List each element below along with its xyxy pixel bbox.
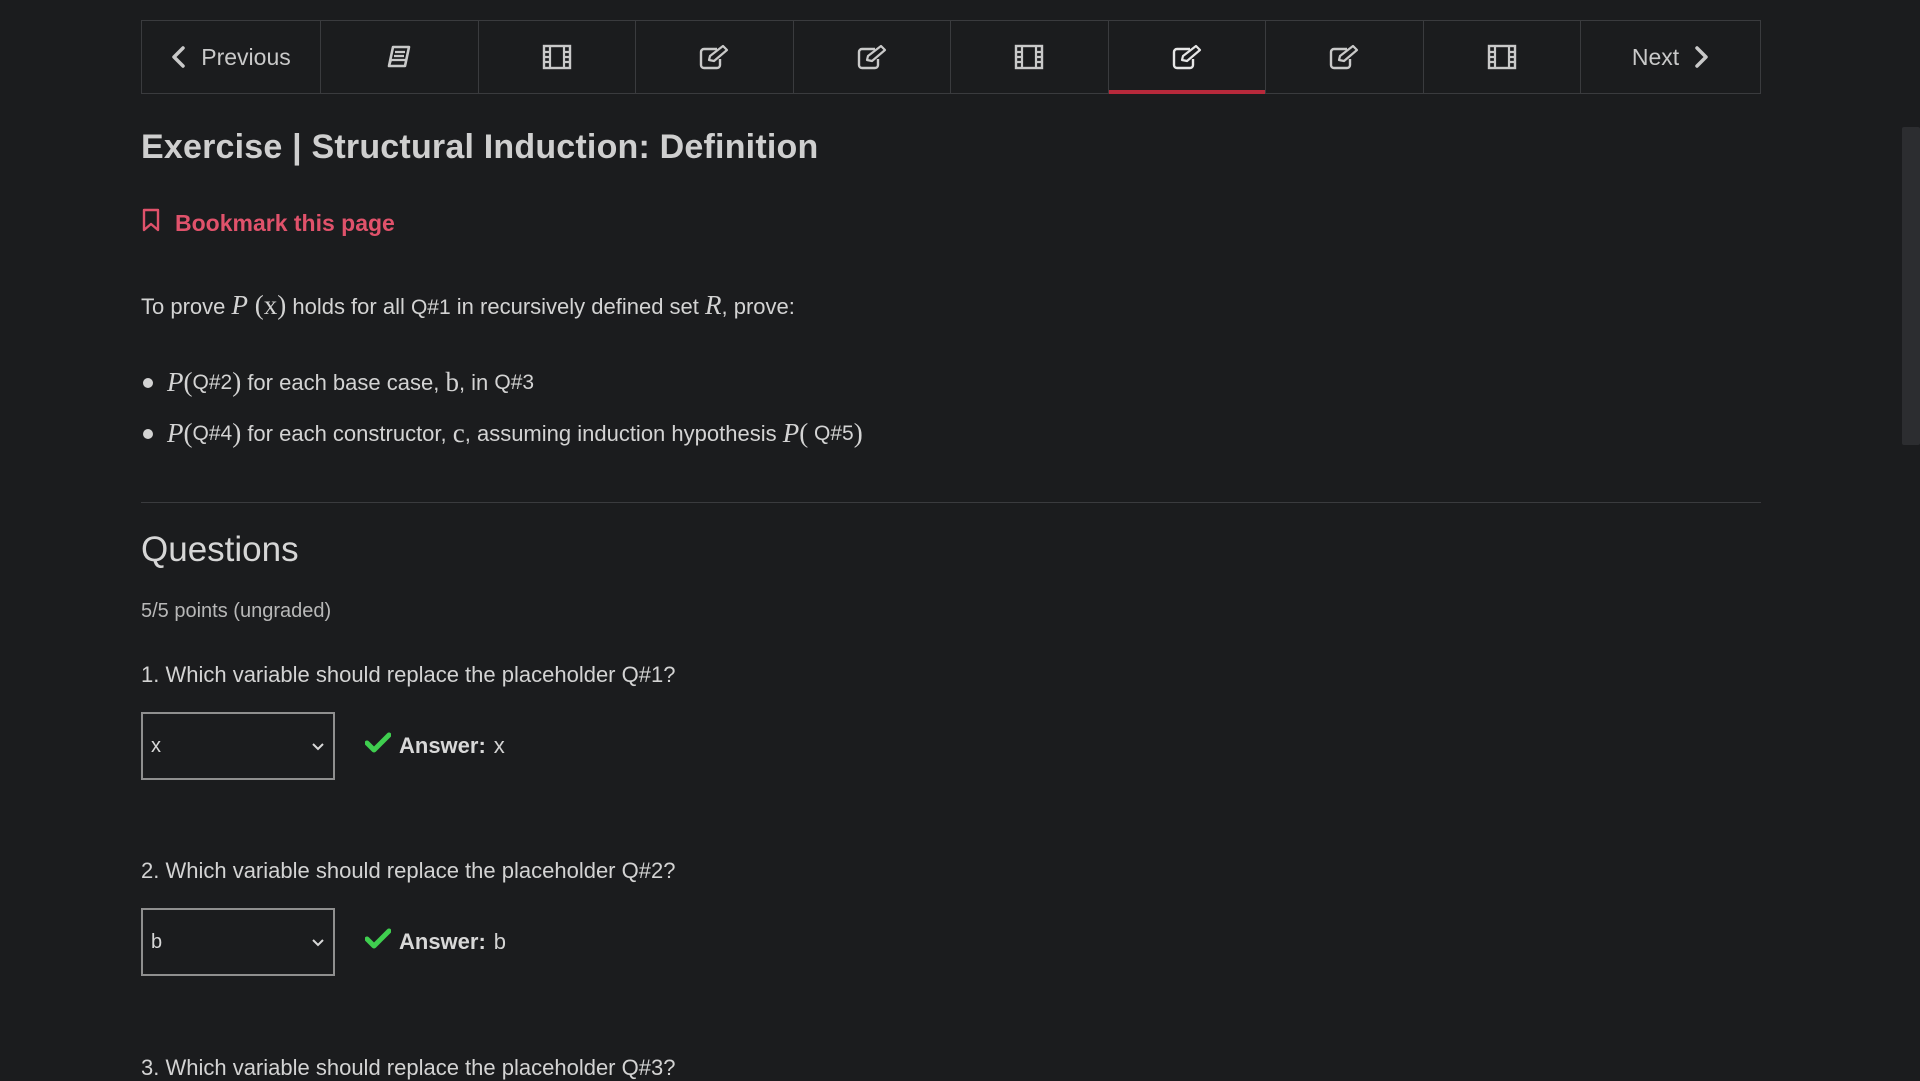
chevron-right-icon (1693, 46, 1709, 68)
answer-value: b (493, 929, 507, 954)
edit-icon (1172, 44, 1202, 70)
chevron-left-icon (171, 46, 187, 68)
placeholder-q4: Q#4 (192, 421, 233, 445)
next-label: Next (1631, 43, 1680, 70)
tab-unit-8[interactable] (1424, 21, 1581, 93)
question-3: 3. Which variable should replace the pla… (141, 1055, 675, 1081)
intro-text: holds for all (286, 294, 411, 319)
previous-label: Previous (201, 43, 291, 70)
intro-text: in recursively defined set (450, 294, 706, 319)
math-p: P (231, 290, 249, 320)
points-summary: 5/5 points (ungraded) (141, 600, 332, 622)
film-icon (1014, 44, 1044, 70)
bookmark-label: Bookmark this page (175, 209, 395, 236)
math-arg: (x) (254, 290, 287, 320)
book-icon (386, 45, 412, 69)
answer-select[interactable]: x (141, 712, 335, 780)
question-text: 3. Which variable should replace the pla… (141, 1055, 676, 1080)
chevron-down-icon (311, 735, 325, 758)
question-2: 2. Which variable should replace the pla… (141, 858, 675, 976)
tab-unit-3[interactable] (636, 21, 794, 93)
scrollbar-thumb[interactable] (1902, 127, 1920, 445)
selected-value: b (151, 930, 163, 953)
answer-feedback: Answer: x (364, 732, 505, 760)
intro-statement: To prove P (x) holds for all Q#1 in recu… (141, 290, 795, 321)
placeholder-q2: Q#2 (192, 370, 233, 394)
placeholder-q1: Q#1 (410, 296, 451, 319)
math-r: R (705, 290, 722, 320)
selected-value: x (151, 734, 161, 757)
answer-label: Answer: (399, 733, 486, 758)
answer-feedback: Answer: b (364, 928, 507, 956)
sequence-navigation: Previous Next (141, 20, 1761, 94)
list-item-base-case: P(Q#2) for each base case, b, in Q#3 (141, 357, 863, 408)
bullet (143, 377, 153, 388)
divider (141, 502, 1761, 503)
chevron-down-icon (311, 931, 325, 954)
list-item-constructor: P(Q#4) for each constructor, c, assuming… (141, 408, 863, 459)
bullet (143, 428, 153, 439)
questions-heading: Questions (141, 530, 299, 569)
tab-unit-7[interactable] (1266, 21, 1424, 93)
edit-icon (1329, 44, 1359, 70)
checkmark-icon (364, 928, 392, 956)
film-icon (542, 44, 572, 70)
intro-text: To prove (141, 294, 232, 319)
tab-unit-5[interactable] (951, 21, 1109, 93)
question-text: 1. Which variable should replace the pla… (141, 662, 676, 687)
checkmark-icon (364, 732, 392, 760)
bookmark-button[interactable]: Bookmark this page (141, 208, 395, 238)
tab-unit-6-active[interactable] (1108, 21, 1266, 94)
answer-label: Answer: (399, 929, 486, 954)
bookmark-icon (141, 208, 161, 238)
question-text: 2. Which variable should replace the pla… (141, 858, 676, 883)
tab-unit-2[interactable] (479, 21, 636, 93)
tab-unit-4[interactable] (794, 21, 951, 93)
answer-select[interactable]: b (141, 908, 335, 976)
film-icon (1487, 44, 1517, 70)
page-title: Exercise | Structural Induction: Definit… (141, 128, 819, 166)
proof-steps-list: P(Q#2) for each base case, b, in Q#3 P(Q… (141, 357, 863, 459)
previous-button[interactable]: Previous (142, 21, 321, 93)
placeholder-q5: Q#5 (808, 421, 854, 445)
scrollbar-track[interactable] (1902, 0, 1920, 1080)
question-1: 1. Which variable should replace the pla… (141, 662, 675, 780)
intro-text: , prove: (721, 294, 795, 319)
edit-icon (857, 44, 887, 70)
next-button[interactable]: Next (1581, 21, 1760, 93)
edit-icon (699, 44, 729, 70)
tab-unit-1[interactable] (321, 21, 479, 93)
placeholder-q3: Q#3 (494, 370, 535, 394)
answer-value: x (493, 733, 505, 758)
